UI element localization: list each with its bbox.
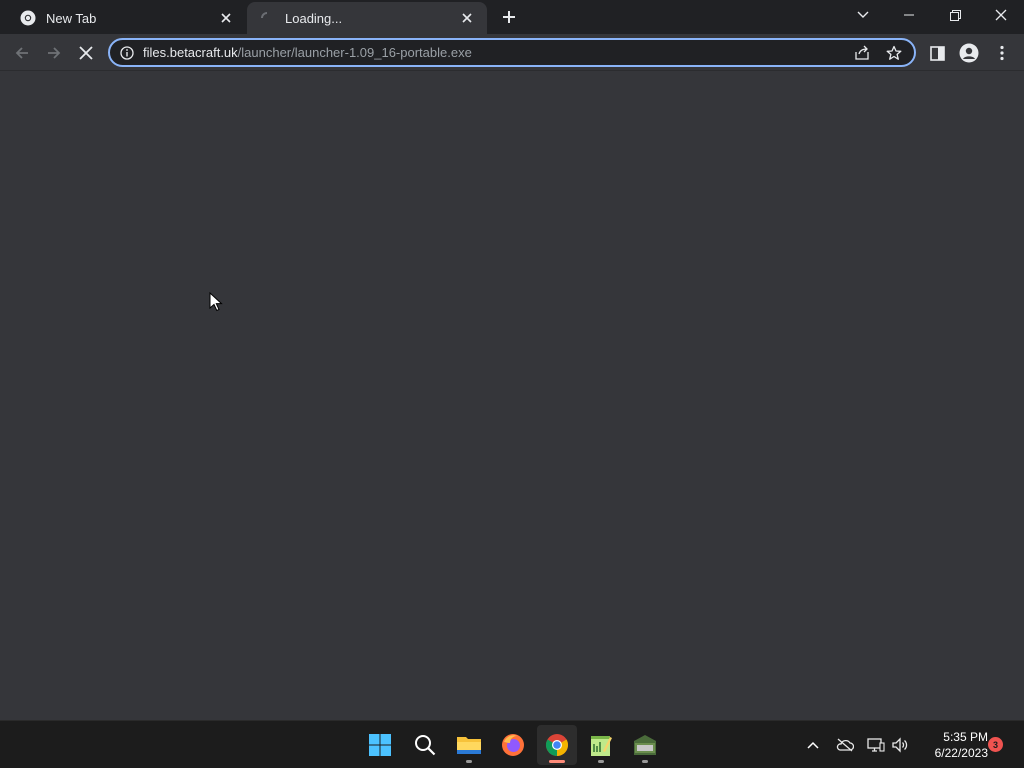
share-icon[interactable] <box>850 41 874 65</box>
active-indicator <box>549 760 565 763</box>
mouse-cursor-icon <box>209 292 223 312</box>
tab-title: New Tab <box>46 10 97 26</box>
cloud-off-icon <box>836 738 854 752</box>
firefox-icon <box>502 734 524 756</box>
forward-button[interactable] <box>40 39 68 67</box>
tab-search-button[interactable] <box>840 0 886 30</box>
firefox-button[interactable] <box>493 725 533 765</box>
minimize-icon <box>904 14 914 16</box>
start-button[interactable] <box>360 725 400 765</box>
toolbar: files.betacraft.uk/launcher/launcher-1.0… <box>0 34 1024 71</box>
stop-icon <box>79 46 93 60</box>
search-icon <box>415 735 436 756</box>
notepad-plus-button[interactable] <box>581 725 621 765</box>
minimize-button[interactable] <box>886 0 932 30</box>
tab-close-icon[interactable] <box>457 8 477 28</box>
folder-icon <box>457 737 481 754</box>
clock-date: 6/22/2023 <box>934 746 988 760</box>
betacraft-button[interactable] <box>625 725 665 765</box>
show-hidden-icons-button[interactable] <box>801 733 825 757</box>
tab-close-icon[interactable] <box>216 8 236 28</box>
plus-icon <box>503 11 515 23</box>
close-window-button[interactable] <box>978 0 1024 30</box>
onedrive-tray-button[interactable] <box>833 733 857 757</box>
volume-button[interactable] <box>888 733 912 757</box>
new-tab-button[interactable] <box>497 5 521 29</box>
bookmark-star-icon[interactable] <box>882 41 906 65</box>
menu-button[interactable] <box>988 39 1016 67</box>
close-icon <box>995 9 1007 21</box>
network-icon <box>867 738 885 752</box>
running-indicator <box>598 760 604 763</box>
running-indicator <box>642 760 648 763</box>
file-explorer-button[interactable] <box>449 725 489 765</box>
clock[interactable]: 5:35 PM 6/22/2023 <box>918 729 988 761</box>
clock-time: 5:35 PM <box>943 730 988 744</box>
notepad-icon <box>591 736 612 756</box>
restore-icon <box>949 9 961 21</box>
notification-badge[interactable]: 3 <box>988 737 1003 752</box>
restore-button[interactable] <box>932 0 978 30</box>
url-text[interactable]: files.betacraft.uk/launcher/launcher-1.0… <box>143 45 842 60</box>
url-path: /launcher/launcher-1.09_16-portable.exe <box>237 45 472 60</box>
url-host: files.betacraft.uk <box>143 45 238 60</box>
kebab-menu-icon <box>1000 45 1004 61</box>
chevron-down-icon <box>857 11 869 18</box>
site-info-icon[interactable] <box>118 44 136 62</box>
arrow-left-icon <box>15 47 28 59</box>
speaker-icon <box>892 737 908 753</box>
tab-title: Loading... <box>285 10 343 26</box>
running-indicator <box>466 760 472 763</box>
betacraft-icon <box>634 735 656 755</box>
page-content <box>0 71 1024 720</box>
loading-spinner-icon <box>259 10 275 26</box>
tab-loading[interactable]: Loading... <box>247 2 487 34</box>
windows-start-icon <box>369 734 391 756</box>
taskbar: 5:35 PM 6/22/2023 3 <box>0 720 1024 768</box>
arrow-right-icon <box>48 47 61 59</box>
stop-loading-button[interactable] <box>72 39 100 67</box>
profile-button[interactable] <box>955 39 983 67</box>
address-bar[interactable]: files.betacraft.uk/launcher/launcher-1.0… <box>108 38 916 67</box>
chrome-icon <box>20 10 36 26</box>
side-panel-icon <box>929 45 945 61</box>
back-button[interactable] <box>8 39 36 67</box>
side-panel-button[interactable] <box>923 39 951 67</box>
chevron-up-icon <box>807 741 819 749</box>
tab-new-tab[interactable]: New Tab <box>2 2 246 34</box>
profile-icon <box>959 43 979 63</box>
chrome-icon <box>546 734 568 756</box>
network-button[interactable] <box>864 733 888 757</box>
taskbar-search-button[interactable] <box>405 725 445 765</box>
chrome-button[interactable] <box>537 725 577 765</box>
tab-strip: New Tab Loading... <box>0 0 1024 34</box>
